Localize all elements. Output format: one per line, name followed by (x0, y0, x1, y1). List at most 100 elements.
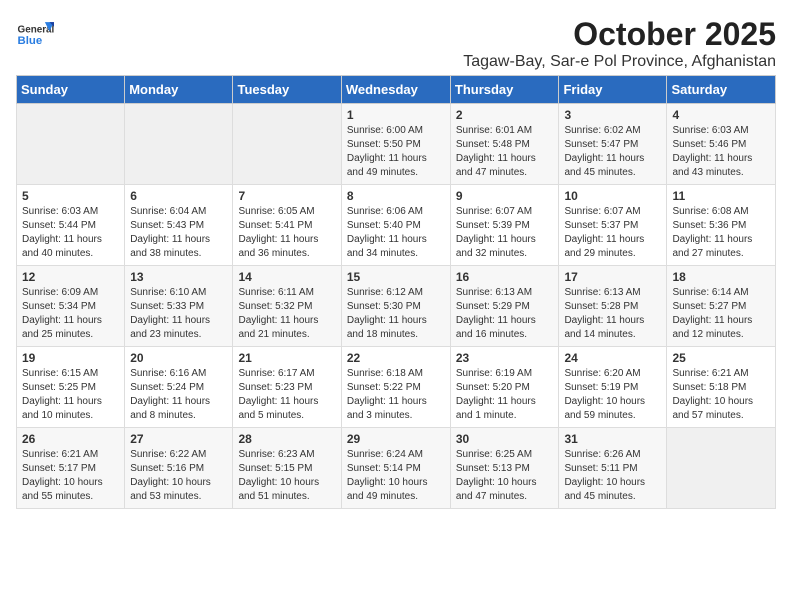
day-info: Sunrise: 6:21 AM Sunset: 5:17 PM Dayligh… (22, 448, 119, 504)
day-number: 23 (456, 351, 554, 365)
day-number: 9 (456, 189, 554, 203)
day-number: 12 (22, 270, 119, 284)
table-row: 9 Sunrise: 6:07 AM Sunset: 5:39 PM Daylig… (450, 185, 559, 266)
logo: General Blue (16, 16, 54, 54)
day-info: Sunrise: 6:00 AM Sunset: 5:50 PM Dayligh… (347, 124, 445, 180)
calendar-week-row: 5 Sunrise: 6:03 AM Sunset: 5:44 PM Daylig… (17, 185, 776, 266)
day-number: 2 (456, 108, 554, 122)
day-info: Sunrise: 6:17 AM Sunset: 5:23 PM Dayligh… (238, 367, 335, 423)
day-info: Sunrise: 6:03 AM Sunset: 5:46 PM Dayligh… (672, 124, 770, 180)
day-number: 21 (238, 351, 335, 365)
table-row (667, 428, 776, 509)
table-row: 4 Sunrise: 6:03 AM Sunset: 5:46 PM Daylig… (667, 104, 776, 185)
table-row: 15Sunrise: 6:12 AM Sunset: 5:30 PM Dayli… (341, 266, 450, 347)
table-row: 2 Sunrise: 6:01 AM Sunset: 5:48 PM Daylig… (450, 104, 559, 185)
day-number: 14 (238, 270, 335, 284)
day-number: 19 (22, 351, 119, 365)
day-number: 18 (672, 270, 770, 284)
page-subtitle: Tagaw-Bay, Sar-e Pol Province, Afghanist… (463, 53, 776, 71)
day-number: 25 (672, 351, 770, 365)
day-info: Sunrise: 6:21 AM Sunset: 5:18 PM Dayligh… (672, 367, 770, 423)
day-number: 4 (672, 108, 770, 122)
table-row: 10 Sunrise: 6:07 AM Sunset: 5:37 PM Dayli… (559, 185, 667, 266)
day-info: Sunrise: 6:18 AM Sunset: 5:22 PM Dayligh… (347, 367, 445, 423)
day-number: 13 (130, 270, 227, 284)
day-info: Sunrise: 6:16 AM Sunset: 5:24 PM Dayligh… (130, 367, 227, 423)
day-info: Sunrise: 6:09 AM Sunset: 5:34 PM Dayligh… (22, 286, 119, 342)
table-row: 24 Sunrise: 6:20 AM Sunset: 5:19 PM Dayli… (559, 347, 667, 428)
logo-icon: General Blue (16, 16, 54, 54)
day-number: 20 (130, 351, 227, 365)
table-row: 8 Sunrise: 6:06 AM Sunset: 5:40 PM Daylig… (341, 185, 450, 266)
calendar-week-row: 1 Sunrise: 6:00 AM Sunset: 5:50 PM Daylig… (17, 104, 776, 185)
page-header: General Blue October 2025 Tagaw-Bay, Sar… (16, 16, 776, 71)
table-row: 6 Sunrise: 6:04 AM Sunset: 5:43 PM Daylig… (125, 185, 233, 266)
day-number: 5 (22, 189, 119, 203)
day-info: Sunrise: 6:14 AM Sunset: 5:27 PM Dayligh… (672, 286, 770, 342)
day-number: 6 (130, 189, 227, 203)
day-number: 16 (456, 270, 554, 284)
table-row: 1 Sunrise: 6:00 AM Sunset: 5:50 PM Daylig… (341, 104, 450, 185)
table-row (233, 104, 341, 185)
day-info: Sunrise: 6:03 AM Sunset: 5:44 PM Dayligh… (22, 205, 119, 261)
calendar-header-row: Sunday Monday Tuesday Wednesday Thursday… (17, 76, 776, 104)
table-row: 16 Sunrise: 6:13 AM Sunset: 5:29 PM Dayli… (450, 266, 559, 347)
day-number: 8 (347, 189, 445, 203)
day-number: 17 (564, 270, 661, 284)
day-number: 24 (564, 351, 661, 365)
table-row: 31 Sunrise: 6:26 AM Sunset: 5:11 PM Dayli… (559, 428, 667, 509)
table-row: 11Sunrise: 6:08 AM Sunset: 5:36 PM Dayli… (667, 185, 776, 266)
svg-text:Blue: Blue (18, 35, 43, 47)
table-row: 29Sunrise: 6:24 AM Sunset: 5:14 PM Dayli… (341, 428, 450, 509)
day-info: Sunrise: 6:20 AM Sunset: 5:19 PM Dayligh… (564, 367, 661, 423)
day-info: Sunrise: 6:06 AM Sunset: 5:40 PM Dayligh… (347, 205, 445, 261)
day-number: 3 (564, 108, 661, 122)
day-number: 22 (347, 351, 445, 365)
table-row: 12 Sunrise: 6:09 AM Sunset: 5:34 PM Dayli… (17, 266, 125, 347)
day-info: Sunrise: 6:10 AM Sunset: 5:33 PM Dayligh… (130, 286, 227, 342)
day-number: 7 (238, 189, 335, 203)
day-number: 11 (672, 189, 770, 203)
title-area: October 2025 Tagaw-Bay, Sar-e Pol Provin… (463, 16, 776, 71)
day-info: Sunrise: 6:04 AM Sunset: 5:43 PM Dayligh… (130, 205, 227, 261)
table-row: 25 Sunrise: 6:21 AM Sunset: 5:18 PM Dayli… (667, 347, 776, 428)
table-row: 7 Sunrise: 6:05 AM Sunset: 5:41 PM Daylig… (233, 185, 341, 266)
table-row: 21 Sunrise: 6:17 AM Sunset: 5:23 PM Dayli… (233, 347, 341, 428)
day-info: Sunrise: 6:13 AM Sunset: 5:28 PM Dayligh… (564, 286, 661, 342)
day-info: Sunrise: 6:26 AM Sunset: 5:11 PM Dayligh… (564, 448, 661, 504)
day-info: Sunrise: 6:05 AM Sunset: 5:41 PM Dayligh… (238, 205, 335, 261)
table-row: 20 Sunrise: 6:16 AM Sunset: 5:24 PM Dayli… (125, 347, 233, 428)
day-info: Sunrise: 6:23 AM Sunset: 5:15 PM Dayligh… (238, 448, 335, 504)
day-info: Sunrise: 6:01 AM Sunset: 5:48 PM Dayligh… (456, 124, 554, 180)
day-info: Sunrise: 6:02 AM Sunset: 5:47 PM Dayligh… (564, 124, 661, 180)
calendar-week-row: 12 Sunrise: 6:09 AM Sunset: 5:34 PM Dayli… (17, 266, 776, 347)
col-monday: Monday (125, 76, 233, 104)
col-friday: Friday (559, 76, 667, 104)
day-number: 10 (564, 189, 661, 203)
table-row (125, 104, 233, 185)
day-number: 28 (238, 432, 335, 446)
table-row: 5 Sunrise: 6:03 AM Sunset: 5:44 PM Daylig… (17, 185, 125, 266)
col-wednesday: Wednesday (341, 76, 450, 104)
calendar-week-row: 19Sunrise: 6:15 AM Sunset: 5:25 PM Dayli… (17, 347, 776, 428)
table-row: 17 Sunrise: 6:13 AM Sunset: 5:28 PM Dayli… (559, 266, 667, 347)
calendar-table: Sunday Monday Tuesday Wednesday Thursday… (16, 75, 776, 509)
day-number: 29 (347, 432, 445, 446)
day-number: 30 (456, 432, 554, 446)
calendar-week-row: 26 Sunrise: 6:21 AM Sunset: 5:17 PM Dayli… (17, 428, 776, 509)
day-number: 31 (564, 432, 661, 446)
day-number: 15 (347, 270, 445, 284)
day-info: Sunrise: 6:13 AM Sunset: 5:29 PM Dayligh… (456, 286, 554, 342)
table-row: 3 Sunrise: 6:02 AM Sunset: 5:47 PM Daylig… (559, 104, 667, 185)
table-row: 13 Sunrise: 6:10 AM Sunset: 5:33 PM Dayli… (125, 266, 233, 347)
day-info: Sunrise: 6:07 AM Sunset: 5:37 PM Dayligh… (564, 205, 661, 261)
day-info: Sunrise: 6:11 AM Sunset: 5:32 PM Dayligh… (238, 286, 335, 342)
col-tuesday: Tuesday (233, 76, 341, 104)
table-row: 18 Sunrise: 6:14 AM Sunset: 5:27 PM Dayli… (667, 266, 776, 347)
day-info: Sunrise: 6:25 AM Sunset: 5:13 PM Dayligh… (456, 448, 554, 504)
col-saturday: Saturday (667, 76, 776, 104)
table-row: 23Sunrise: 6:19 AM Sunset: 5:20 PM Dayli… (450, 347, 559, 428)
day-info: Sunrise: 6:07 AM Sunset: 5:39 PM Dayligh… (456, 205, 554, 261)
day-number: 1 (347, 108, 445, 122)
day-number: 26 (22, 432, 119, 446)
